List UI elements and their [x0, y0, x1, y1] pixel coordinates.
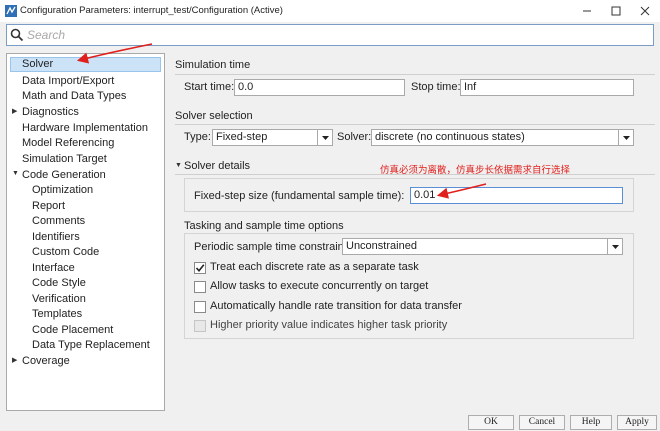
- task-option-checkbox[interactable]: [194, 281, 206, 293]
- tree-item-model-referencing[interactable]: Model Referencing: [22, 136, 114, 151]
- tree-item-label: Optimization: [32, 184, 94, 196]
- solver-selection-divider: [175, 124, 655, 125]
- task-option-checkbox: [194, 320, 206, 332]
- start-time-label: Start time:: [184, 81, 235, 93]
- tree-item-label: Verification: [32, 293, 86, 305]
- close-icon: [640, 6, 650, 16]
- tree-item-templates[interactable]: Templates: [32, 307, 82, 322]
- maximize-icon: [611, 6, 621, 16]
- tree-item-label: Comments: [32, 215, 86, 227]
- tree-item-solver[interactable]: Solver: [10, 57, 161, 72]
- apply-button[interactable]: Apply: [617, 415, 657, 430]
- tree-item-code-placement[interactable]: Code Placement: [32, 323, 113, 338]
- tree-item-label: Diagnostics: [22, 106, 79, 118]
- window-title: Configuration Parameters: interrupt_test…: [20, 5, 283, 16]
- simulation-time-title: Simulation time: [175, 59, 251, 71]
- tree-item-optimization[interactable]: Optimization: [32, 183, 93, 198]
- tree-item-label: Custom Code: [32, 246, 100, 258]
- tree-item-identifiers[interactable]: Identifiers: [32, 230, 80, 245]
- task-option-label: Automatically handle rate transition for…: [210, 300, 462, 312]
- periodic-constraint-label: Periodic sample time constraint:: [194, 241, 350, 253]
- tree-item-code-style[interactable]: Code Style: [32, 276, 86, 291]
- tree-item-comments[interactable]: Comments: [32, 214, 85, 229]
- solver-label: Solver:: [337, 131, 372, 143]
- close-button[interactable]: [630, 0, 660, 22]
- solver-selection-title: Solver selection: [175, 110, 253, 122]
- chevron-down-icon[interactable]: [618, 130, 633, 145]
- solver-details-expander-icon[interactable]: ▼: [175, 162, 182, 169]
- tree-item-label: Code Placement: [32, 324, 114, 336]
- stop-time-input[interactable]: Inf: [460, 79, 634, 96]
- ok-button[interactable]: OK: [468, 415, 514, 430]
- solver-value: discrete (no continuous states): [375, 131, 525, 143]
- tree-item-label: Code Style: [32, 277, 86, 289]
- tree-item-label: Hardware Implementation: [22, 122, 148, 134]
- tree-item-diagnostics[interactable]: Diagnostics: [22, 105, 79, 120]
- tree-item-label: Templates: [32, 308, 83, 320]
- minimize-icon: [583, 10, 591, 12]
- tree-item-label: Identifiers: [32, 231, 80, 243]
- stop-time-label: Stop time:: [411, 81, 461, 93]
- periodic-constraint-select[interactable]: Unconstrained: [342, 238, 623, 255]
- tree-item-interface[interactable]: Interface: [32, 261, 75, 276]
- collapsed-arrow-icon[interactable]: ▶: [12, 107, 17, 115]
- tree-item-data-type-replacement[interactable]: Data Type Replacement: [32, 338, 150, 353]
- expanded-arrow-icon[interactable]: ▼: [12, 170, 19, 177]
- tree-item-custom-code[interactable]: Custom Code: [32, 245, 99, 260]
- tree-item-verification[interactable]: Verification: [32, 292, 86, 307]
- title-bar: Configuration Parameters: interrupt_test…: [0, 0, 660, 22]
- search-box[interactable]: [6, 24, 654, 46]
- solver-type-value: Fixed-step: [216, 131, 268, 143]
- tree-item-simulation-target[interactable]: Simulation Target: [22, 152, 107, 167]
- tree-item-math-and-data-types[interactable]: Math and Data Types: [22, 89, 126, 104]
- periodic-constraint-value: Unconstrained: [346, 240, 417, 252]
- tree-item-label: Model Referencing: [22, 137, 115, 149]
- simulation-time-divider: [175, 74, 655, 75]
- checkmark-icon: [195, 264, 205, 273]
- cancel-button[interactable]: Cancel: [519, 415, 565, 430]
- tree-item-coverage[interactable]: Coverage: [22, 354, 70, 369]
- tree-item-code-generation[interactable]: Code Generation: [22, 168, 106, 183]
- task-option-checkbox[interactable]: [194, 301, 206, 313]
- solver-type-select[interactable]: Fixed-step: [212, 129, 333, 146]
- category-tree: Solver Data Import/Export Math and Data Ty…: [6, 53, 165, 411]
- tree-item-label: Data Import/Export: [22, 75, 115, 87]
- minimize-button[interactable]: [572, 0, 602, 22]
- tasking-title: Tasking and sample time options: [184, 220, 344, 232]
- simulink-app-icon: [5, 5, 17, 17]
- tree-item-label: Solver: [22, 58, 54, 70]
- search-icon: [7, 25, 27, 45]
- annotation-text: 仿真必须为离散，仿真步长依据需求自行选择: [380, 165, 571, 176]
- solver-details-title: Solver details: [184, 160, 251, 172]
- tree-item-label: Simulation Target: [22, 153, 107, 165]
- tree-item-label: Code Generation: [22, 169, 106, 181]
- chevron-down-icon[interactable]: [317, 130, 332, 145]
- chevron-down-icon[interactable]: [607, 239, 622, 254]
- fixed-step-size-input[interactable]: 0.01: [410, 187, 623, 204]
- tree-item-label: Coverage: [22, 355, 70, 367]
- tree-item-report[interactable]: Report: [32, 199, 65, 214]
- task-option-label: Higher priority value indicates higher t…: [210, 319, 448, 331]
- help-button[interactable]: Help: [570, 415, 612, 430]
- tree-item-data-import-export[interactable]: Data Import/Export: [22, 74, 114, 89]
- tree-item-label: Data Type Replacement: [32, 339, 150, 351]
- search-input[interactable]: [27, 28, 627, 42]
- fixed-step-size-label: Fixed-step size (fundamental sample time…: [194, 190, 405, 202]
- tree-item-label: Math and Data Types: [22, 90, 127, 102]
- task-option-label: Allow tasks to execute concurrently on t…: [210, 280, 429, 292]
- solver-select[interactable]: discrete (no continuous states): [371, 129, 634, 146]
- start-time-input[interactable]: 0.0: [234, 79, 405, 96]
- tree-item-hardware-implementation[interactable]: Hardware Implementation: [22, 121, 148, 136]
- task-option-checkbox[interactable]: [194, 262, 206, 274]
- collapsed-arrow-icon[interactable]: ▶: [12, 356, 17, 364]
- tree-item-label: Report: [32, 200, 66, 212]
- solver-type-label: Type:: [184, 131, 211, 143]
- maximize-button[interactable]: [601, 0, 631, 22]
- task-option-label: Treat each discrete rate as a separate t…: [210, 261, 419, 273]
- tree-item-label: Interface: [32, 262, 75, 274]
